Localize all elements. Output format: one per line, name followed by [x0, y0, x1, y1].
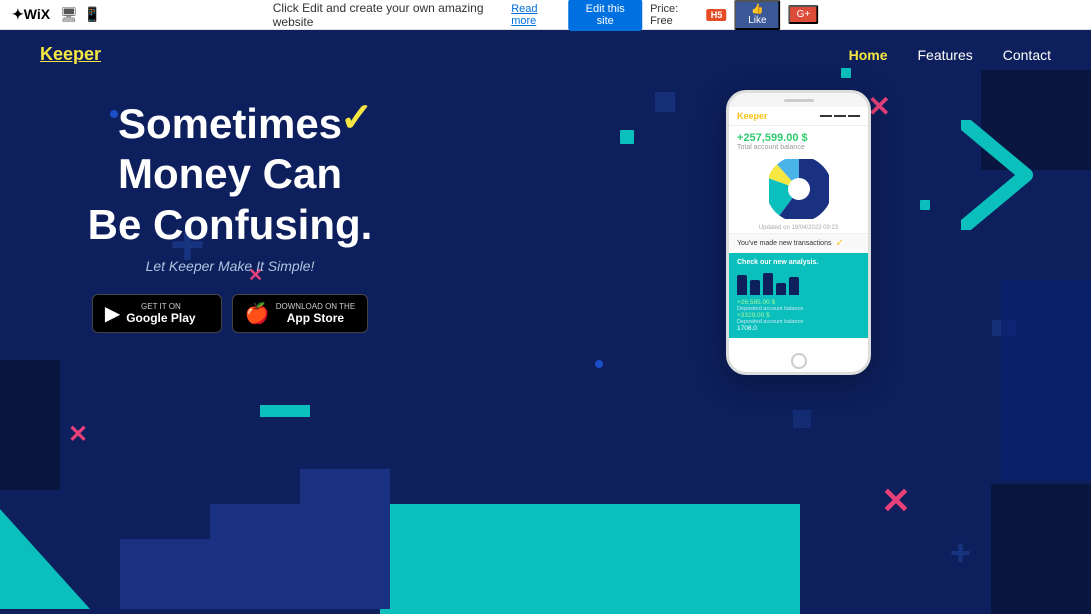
app-logo: Keeper	[737, 111, 768, 121]
blue-dot-2	[595, 360, 603, 368]
nav-contact[interactable]: Contact	[1003, 47, 1051, 63]
phone-home-button	[791, 353, 807, 369]
app-balance-label: Total account balance	[737, 144, 860, 151]
stat-1: +26,585.00 $	[737, 299, 860, 306]
phone-screen: Keeper +257,599.00 $ Total account balan…	[729, 107, 868, 358]
app-analytics-block: Check our new analysis. +26,585.00 $ Dep…	[729, 253, 868, 338]
hero-title: Sometimes Money Can Be Confusing.	[80, 99, 380, 250]
mobile-icon[interactable]: 📱	[84, 6, 101, 23]
wix-logo: ✦WiX	[12, 6, 50, 23]
app-balance-amount: +257,599.00 $	[737, 132, 860, 144]
teal-rect-mid	[260, 405, 310, 417]
hero-buttons: ▶ GET IT ON Google Play 🍎 Download on th…	[80, 294, 380, 333]
app-notif-text: You've made new transactions	[737, 240, 831, 247]
gplus-button[interactable]: G+	[789, 5, 819, 24]
google-play-button[interactable]: ▶ GET IT ON Google Play	[92, 294, 222, 333]
white-staircase	[120, 469, 390, 614]
dark-block-left	[0, 360, 60, 490]
pie-chart	[769, 159, 829, 219]
app-store-button[interactable]: 🍎 Download on the App Store	[232, 294, 368, 333]
app-hamburger	[820, 114, 860, 119]
phone-mockup: Keeper +257,599.00 $ Total account balan…	[726, 90, 871, 375]
navigation: Keeper Home Features Contact	[0, 30, 1091, 79]
x-pink-right: ✕	[881, 480, 911, 522]
like-button[interactable]: 👍 Like	[734, 0, 780, 30]
chart-bar-3	[763, 273, 773, 295]
analytics-title: Check our new analysis.	[737, 259, 860, 266]
wix-topbar: ✦WiX 🖥 📱 Click Edit and create your own …	[0, 0, 1091, 30]
dark-block-bottom-right	[991, 484, 1091, 614]
analytics-chart	[737, 270, 860, 295]
phone-speaker	[784, 99, 814, 102]
app-updated: Updated on 18/04/2023 09:23	[729, 223, 868, 233]
google-play-icon: ▶	[105, 301, 120, 326]
wix-center-bar: Click Edit and create your own amazing w…	[273, 0, 819, 31]
edit-site-button[interactable]: Edit this site	[568, 0, 642, 31]
html5-badge: H5	[707, 9, 727, 21]
chart-bar-1	[737, 275, 747, 295]
desktop-icon[interactable]: 🖥	[60, 6, 78, 23]
stat-2: +3329.00 $	[737, 312, 860, 319]
hero-subtitle: Let Keeper Make It Simple!	[80, 258, 380, 274]
app-header: Keeper	[729, 107, 868, 126]
nav-home[interactable]: Home	[849, 47, 888, 63]
edit-prompt-text: Click Edit and create your own amazing w…	[273, 1, 503, 29]
app-notification: You've made new transactions ✓	[729, 233, 868, 253]
teal-block-bottom	[380, 504, 800, 614]
chart-bar-5	[789, 277, 799, 295]
blue-sq-3	[793, 410, 811, 428]
app-store-text: Download on the App Store	[276, 302, 355, 325]
wix-logo-text: ✦WiX	[12, 6, 50, 23]
x-pink-bottom: ✕	[68, 420, 88, 449]
apple-icon: 🍎	[245, 301, 270, 326]
chart-bar-2	[750, 280, 760, 295]
app-chart-area	[729, 155, 868, 223]
hero-section: Sometimes Money Can Be Confusing. Let Ke…	[0, 79, 1091, 333]
phone-frame: Keeper +257,599.00 $ Total account balan…	[726, 90, 871, 375]
device-icons: 🖥 📱	[60, 6, 101, 23]
read-more-link[interactable]: Read more	[511, 3, 560, 27]
nav-logo[interactable]: Keeper	[40, 44, 101, 65]
stat-3: 1708.0	[737, 325, 860, 332]
app-balance-section: +257,599.00 $ Total account balance	[729, 126, 868, 155]
check-icon: ✓	[835, 238, 843, 249]
phone-top	[729, 93, 868, 107]
site-wrapper: + ✓ ✕ ✕ ✕ ✕ + Keeper Home	[0, 30, 1091, 614]
plus-right-bottom: +	[950, 532, 971, 574]
teal-triangle-bottom-left	[0, 489, 120, 614]
nav-features[interactable]: Features	[918, 47, 973, 63]
chart-bar-4	[776, 283, 786, 295]
google-play-text: GET IT ON Google Play	[126, 302, 195, 325]
nav-links: Home Features Contact	[849, 47, 1051, 63]
hero-text-block: Sometimes Money Can Be Confusing. Let Ke…	[80, 99, 380, 333]
price-text: Price: Free	[650, 3, 699, 27]
app-stats: +26,585.00 $ Deposited account balance +…	[737, 299, 860, 332]
